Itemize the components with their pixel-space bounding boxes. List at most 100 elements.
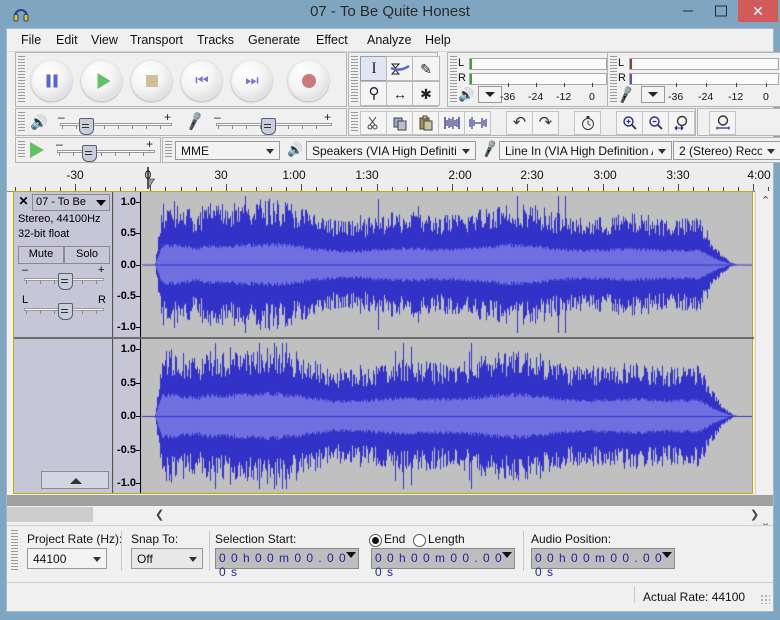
zoom-out-button[interactable]	[642, 111, 669, 135]
output-device-value: Speakers (VIA High Definition A	[312, 144, 457, 158]
playback-meter-toolbar[interactable]: L R 🔊 -36 -24 -12 0	[447, 52, 613, 107]
close-button[interactable]: ✕	[738, 0, 778, 22]
vertical-scale-label: 0.0	[120, 258, 136, 271]
output-device-select[interactable]: Speakers (VIA High Definition A	[306, 141, 476, 160]
menu-tracks[interactable]: Tracks	[191, 32, 240, 49]
redo-button[interactable]: ↷	[532, 111, 559, 135]
menu-view[interactable]: View	[85, 32, 124, 49]
selection-end-field[interactable]: 0 0 h 0 0 m 0 0 . 0 0 0 s	[371, 548, 515, 579]
trim-audio-button[interactable]	[438, 111, 465, 135]
input-volume-thumb[interactable]	[261, 118, 276, 135]
fit-project-button[interactable]	[709, 111, 736, 135]
playback-speed-thumb[interactable]	[82, 145, 97, 162]
undo-icon: ↶	[512, 114, 527, 132]
play-button[interactable]	[81, 60, 122, 101]
input-channels-select[interactable]: 2 (Stereo) Record	[673, 141, 780, 160]
input-device-select[interactable]: Line In (VIA High Definition Au	[499, 141, 672, 160]
waveform-left-channel[interactable]	[142, 192, 752, 337]
playhead-marker[interactable]	[141, 167, 156, 190]
recording-meter-menu[interactable]	[641, 86, 665, 103]
selection-start-field[interactable]: 0 0 h 0 0 m 0 0 . 0 0 0 s	[215, 548, 359, 579]
playback-meter-grip[interactable]	[450, 56, 457, 103]
play-at-speed-button[interactable]	[30, 142, 44, 158]
undo-button[interactable]: ↶	[506, 111, 533, 135]
playback-meter-menu[interactable]	[478, 86, 502, 103]
menu-effect[interactable]: Effect	[310, 32, 354, 49]
recording-meter-grip[interactable]	[610, 56, 617, 103]
vertical-scale-label: 0.0	[120, 410, 136, 422]
length-label[interactable]: Length	[428, 532, 465, 546]
menu-generate[interactable]: Generate	[242, 32, 306, 49]
multi-tool-button[interactable]: ✱	[412, 81, 440, 106]
fit-selection-button[interactable]	[668, 111, 695, 135]
device-toolbar-grip[interactable]	[165, 141, 172, 159]
selection-end-spinner[interactable]	[502, 552, 512, 558]
snap-to-select[interactable]: Off	[131, 548, 203, 569]
paste-button[interactable]	[412, 111, 439, 135]
divider	[523, 531, 524, 571]
transport-toolbar-grip[interactable]	[18, 56, 25, 103]
maximize-button[interactable]	[705, 0, 737, 22]
end-radio[interactable]	[369, 534, 382, 547]
audio-position-spinner[interactable]	[662, 552, 672, 558]
track-control-panel[interactable]: ✕ 07 - To Be Stereo, 44100Hz 32-bit floa…	[14, 192, 113, 493]
edit-toolbar-grip[interactable]	[351, 112, 358, 132]
audio-track[interactable]: ✕ 07 - To Be Stereo, 44100Hz 32-bit floa…	[13, 191, 754, 494]
selection-toolbar-grip[interactable]	[11, 530, 18, 570]
track-mute-button[interactable]: Mute	[18, 246, 64, 264]
output-volume-thumb[interactable]	[79, 118, 94, 135]
resize-grip[interactable]	[760, 594, 770, 604]
menu-edit[interactable]: Edit	[50, 32, 84, 49]
audio-position-field[interactable]: 0 0 h 0 0 m 0 0 . 0 0 0 s	[531, 548, 675, 579]
timeline-ruler[interactable]: -30 0 30 1:00 1:30 2:00 2:30 3:00 3:30 4…	[7, 167, 773, 192]
track-name-dropdown[interactable]: 07 - To Be	[32, 194, 110, 211]
project-rate-select[interactable]: 44100	[27, 548, 107, 569]
zoom-tool-button[interactable]: ⚲	[360, 81, 388, 106]
draw-tool-button[interactable]: ✎	[412, 56, 440, 81]
recording-meter-toolbar[interactable]: L R 🎤 -36 -24 -12 0	[607, 52, 780, 107]
length-radio[interactable]	[413, 534, 426, 547]
track-solo-button[interactable]: Solo	[64, 246, 110, 264]
stop-button[interactable]	[131, 60, 172, 101]
menu-help[interactable]: Help	[419, 32, 457, 49]
menu-transport[interactable]: Transport	[124, 32, 189, 49]
audio-host-select[interactable]: MME	[175, 141, 280, 160]
waveform-right-channel[interactable]	[142, 339, 752, 493]
horizontal-scroll-thumb[interactable]	[7, 507, 93, 522]
horizontal-scrollbar[interactable]: ❮ ❯	[7, 506, 773, 523]
tools-toolbar-grip[interactable]	[351, 56, 358, 103]
zoom-in-icon	[622, 116, 637, 130]
ruler-label: 4:00	[747, 168, 771, 182]
minimize-button[interactable]	[672, 0, 704, 22]
pause-button[interactable]	[31, 60, 72, 101]
playback-scale-24: -24	[528, 91, 544, 103]
time-shift-tool-button[interactable]: ↔	[386, 81, 414, 106]
track-collapse-button[interactable]	[41, 471, 109, 489]
mixer-toolbar-grip[interactable]	[18, 112, 25, 132]
zoom-in-button[interactable]	[616, 111, 643, 135]
end-label[interactable]: End	[384, 532, 405, 546]
input-volume-minus: –	[214, 110, 221, 124]
menu-analyze[interactable]: Analyze	[361, 32, 417, 49]
sync-lock-button[interactable]	[574, 111, 601, 135]
vertical-ruler-left-channel: 1.0 0.5 0.0 -0.5 -1.0	[114, 192, 141, 337]
skip-to-end-button[interactable]: ⏭	[231, 60, 272, 101]
menu-file[interactable]: File	[15, 32, 47, 49]
record-button[interactable]	[288, 60, 329, 101]
track-close-button[interactable]: ✕	[17, 195, 30, 208]
scroll-right-arrow[interactable]: ❯	[750, 508, 759, 521]
track-pan-thumb[interactable]	[58, 303, 73, 320]
playback-left-label: L	[458, 57, 465, 69]
track-gain-thumb[interactable]	[58, 273, 73, 290]
play-at-speed-grip[interactable]	[18, 141, 25, 159]
silence-audio-button[interactable]	[464, 111, 491, 135]
cut-button[interactable]	[360, 111, 387, 135]
envelope-tool-button[interactable]	[386, 56, 414, 81]
vertical-scrollbar[interactable]: ⌃ ⌄	[755, 191, 773, 532]
selection-start-spinner[interactable]	[346, 552, 356, 558]
scroll-up-arrow[interactable]: ⌃	[761, 194, 770, 207]
scroll-left-arrow[interactable]: ❮	[155, 508, 164, 521]
skip-to-start-button[interactable]: ⏮	[181, 60, 222, 101]
selection-tool-button[interactable]: I	[360, 56, 388, 81]
copy-button[interactable]	[386, 111, 413, 135]
